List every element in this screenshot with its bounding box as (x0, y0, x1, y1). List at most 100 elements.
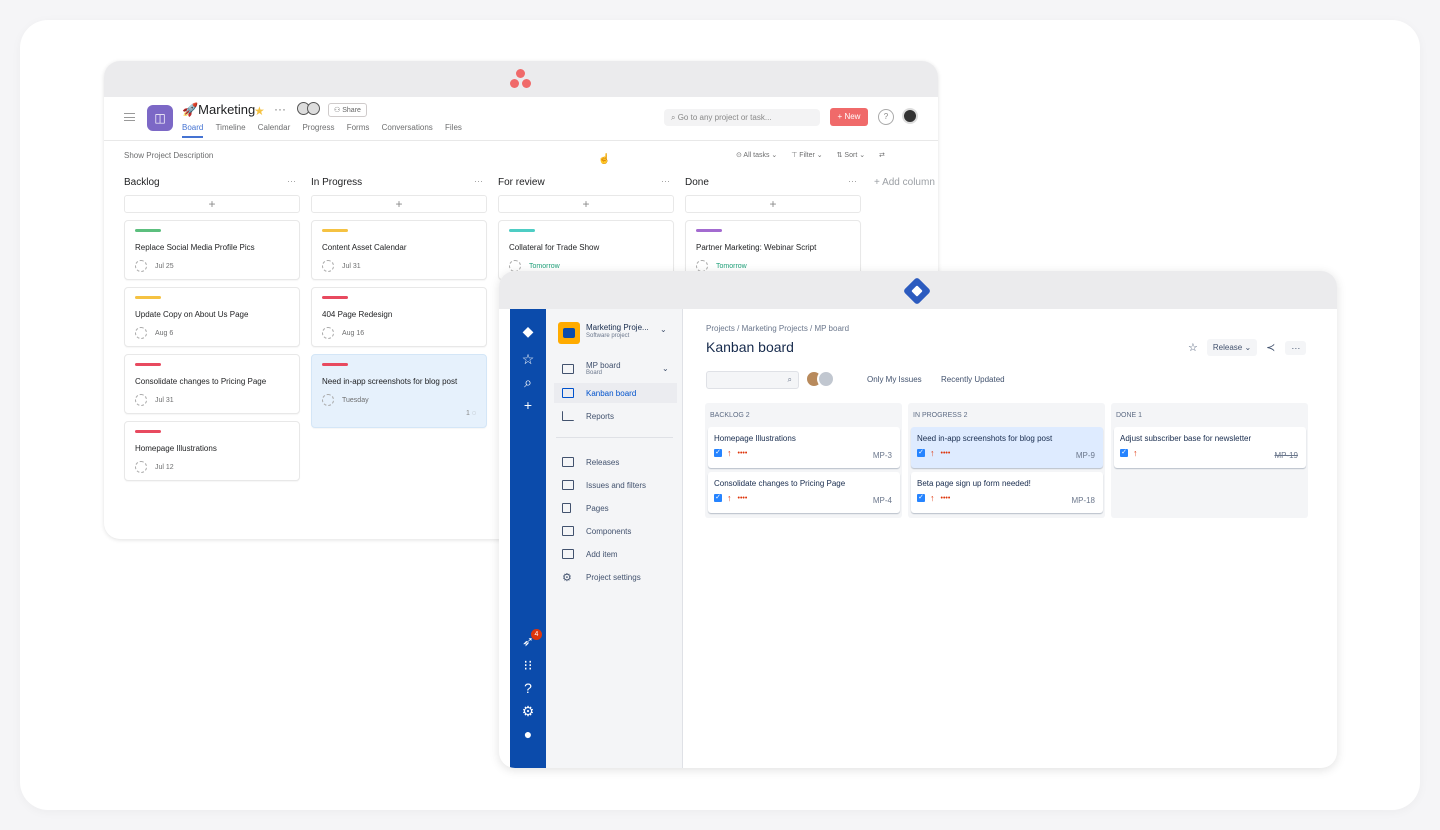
search-icon[interactable]: ⌕ (510, 374, 546, 391)
column-more-button[interactable]: ··· (287, 176, 296, 186)
recently-updated-filter[interactable]: Recently Updated (941, 375, 1005, 384)
share-label: Share (342, 107, 361, 114)
issue-key[interactable]: MP-18 (1071, 496, 1095, 505)
task-card[interactable]: Consolidate changes to Pricing Page Jul … (124, 354, 300, 414)
task-card-selected[interactable]: Need in-app screenshots for blog post Tu… (311, 354, 487, 428)
tab-conversations[interactable]: Conversations (382, 123, 433, 136)
add-task-button[interactable]: + (124, 195, 300, 213)
add-column-button[interactable]: + Add column (874, 177, 935, 188)
star-icon[interactable]: ☆ (510, 351, 546, 368)
assignee-avatar[interactable] (135, 394, 147, 406)
breadcrumb[interactable]: Projects / Marketing Projects / MP board (706, 324, 849, 333)
board-search-input[interactable]: ⌕ (706, 371, 799, 389)
issue-title: Adjust subscriber base for newsletter (1120, 434, 1252, 443)
chevron-down-icon[interactable]: ⌄ (662, 364, 669, 373)
issue-key[interactable]: MP-9 (1076, 451, 1095, 460)
help-icon[interactable]: ? (878, 109, 894, 125)
settings-icon[interactable]: ⚙ (510, 703, 546, 720)
assignee-avatar[interactable] (135, 260, 147, 272)
sidebar-item-mp-board[interactable]: MP board Board ⌄ (562, 361, 669, 376)
sidebar-item-releases[interactable]: Releases (562, 457, 619, 467)
chevron-down-icon[interactable]: ⌄ (660, 325, 667, 334)
column-header: For review ··· (498, 176, 674, 195)
sort-button[interactable]: ⇅ Sort ⌄ (837, 152, 865, 159)
column-header: DONE 1 (1116, 412, 1143, 419)
issue-card[interactable]: Consolidate changes to Pricing Page ✓ ↑ ••… (708, 472, 900, 513)
sidebar-item-add-item[interactable]: Add item (562, 549, 618, 559)
search-icon: ⌕ (787, 375, 792, 384)
task-title: Partner Marketing: Webinar Script (696, 243, 817, 252)
issue-card[interactable]: Beta page sign up form needed! ✓ ↑ •••• MP… (911, 472, 1103, 513)
column-in-progress: IN PROGRESS 2 Need in-app screenshots fo… (908, 403, 1105, 518)
assignee-avatar[interactable] (322, 260, 334, 272)
task-card[interactable]: Replace Social Media Profile Pics Jul 25 (124, 220, 300, 280)
issue-card[interactable]: Adjust subscriber base for newsletter ✓ ↑… (1114, 427, 1306, 468)
more-button[interactable]: ··· (1285, 340, 1307, 355)
project-avatar (558, 322, 580, 344)
filter-button[interactable]: ⊤ Filter ⌄ (791, 152, 822, 159)
board-actions: ☆ Release ⌄ ≺ ··· (1188, 339, 1307, 356)
app-switcher-icon[interactable]: ⁝⁝ (510, 657, 546, 674)
avatar[interactable] (817, 370, 835, 388)
column-more-button[interactable]: ··· (848, 176, 857, 186)
add-task-button[interactable]: + (685, 195, 861, 213)
tab-forms[interactable]: Forms (347, 123, 370, 136)
release-button[interactable]: Release ⌄ (1206, 339, 1258, 356)
star-icon[interactable]: ☆ (1188, 341, 1198, 354)
assignee-avatar[interactable] (322, 327, 334, 339)
issue-key[interactable]: MP-19 (1274, 451, 1298, 460)
user-avatar[interactable] (902, 108, 918, 124)
issue-card-selected[interactable]: Need in-app screenshots for blog post ✓ ↑… (911, 427, 1103, 468)
sidebar-item-pages[interactable]: Pages (562, 503, 609, 513)
swap-icon[interactable]: ⇄ (879, 152, 885, 159)
tab-progress[interactable]: Progress (302, 123, 334, 136)
all-tasks-filter[interactable]: ⊙ All tasks ⌄ (736, 152, 777, 159)
task-card[interactable]: Update Copy on About Us Page Aug 6 (124, 287, 300, 347)
issue-key[interactable]: MP-3 (873, 451, 892, 460)
sidebar-item-project-settings[interactable]: ⚙ Project settings (562, 571, 641, 584)
assignee-avatar[interactable] (322, 394, 334, 406)
assignee-avatar[interactable] (135, 327, 147, 339)
sidebar-item-kanban-board[interactable]: Kanban board (554, 383, 677, 403)
issue-title: Need in-app screenshots for blog post (917, 434, 1053, 443)
assignee-avatar[interactable] (135, 461, 147, 473)
task-card[interactable]: Content Asset Calendar Jul 31 (311, 220, 487, 280)
project-more-button[interactable]: ··· (274, 102, 286, 116)
jira-home-icon[interactable]: ◆ (510, 323, 546, 340)
help-icon[interactable]: ? (510, 680, 546, 696)
add-task-button[interactable]: + (311, 195, 487, 213)
project-members-avatars[interactable] (297, 102, 320, 120)
create-plus-icon[interactable]: + (510, 397, 546, 413)
project-title: 🚀Marketing (182, 102, 256, 117)
issue-key[interactable]: MP-4 (873, 496, 892, 505)
sidebar-item-issues[interactable]: Issues and filters (562, 480, 646, 490)
column-more-button[interactable]: ··· (661, 176, 670, 186)
column-header: Backlog ··· (124, 176, 300, 195)
board-icon (562, 363, 574, 374)
comment-count[interactable]: 1 ◌ (466, 410, 476, 417)
tab-board[interactable]: Board (182, 123, 204, 138)
assignee-filter-avatars[interactable] (805, 370, 835, 393)
sidebar-item-components[interactable]: Components (562, 526, 631, 536)
only-my-issues-filter[interactable]: Only My Issues (867, 375, 922, 384)
column-done: DONE 1 Adjust subscriber base for newsle… (1111, 403, 1308, 518)
profile-avatar[interactable]: ● (510, 726, 546, 742)
project-name[interactable]: Marketing Proje... (586, 323, 649, 332)
hamburger-menu-icon[interactable] (124, 113, 135, 121)
add-task-button[interactable]: + (498, 195, 674, 213)
tab-timeline[interactable]: Timeline (216, 123, 246, 136)
task-type-icon: ✓ (1120, 449, 1128, 457)
tab-files[interactable]: Files (445, 123, 462, 136)
search-input[interactable]: ⌕ Go to any project or task... (664, 109, 820, 126)
new-button[interactable]: + New (830, 108, 868, 126)
share-button[interactable]: ⚇ Share (328, 103, 367, 117)
favorite-star-icon[interactable]: ★ (254, 104, 265, 118)
task-card[interactable]: Homepage Illustrations Jul 12 (124, 421, 300, 481)
sidebar-item-reports[interactable]: Reports (562, 411, 614, 421)
issue-card[interactable]: Homepage Illustrations ✓ ↑ •••• MP-3 (708, 427, 900, 468)
column-more-button[interactable]: ··· (474, 176, 483, 186)
tab-calendar[interactable]: Calendar (258, 123, 290, 136)
share-icon[interactable]: ≺ (1266, 341, 1275, 354)
task-card[interactable]: 404 Page Redesign Aug 16 (311, 287, 487, 347)
show-project-description-link[interactable]: Show Project Description (124, 151, 213, 160)
